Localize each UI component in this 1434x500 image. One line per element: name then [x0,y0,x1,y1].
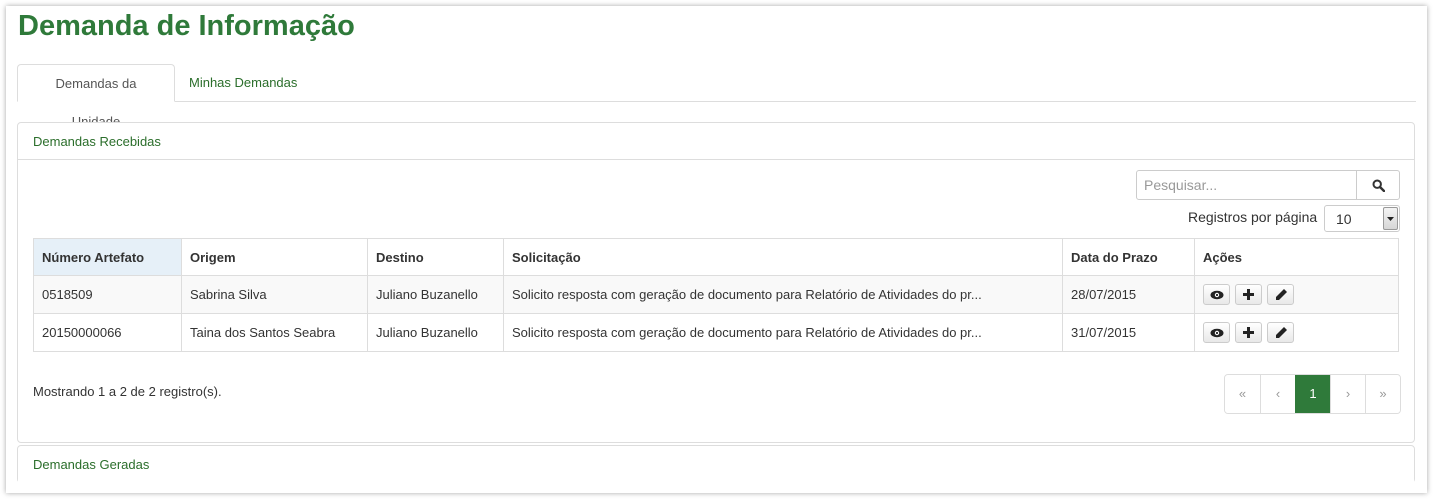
tab-minhas-demandas[interactable]: Minhas Demandas [177,64,309,102]
chevron-down-icon [1383,207,1398,230]
pagination-page-1[interactable]: 1 [1295,375,1330,413]
col-acoes: Ações [1194,238,1399,276]
search-input[interactable] [1136,170,1357,200]
eye-icon [1210,328,1223,337]
pencil-icon [1275,288,1287,300]
page-title: Demanda de Informação [18,10,355,42]
cell-origem: Taina dos Santos Seabra [181,313,368,352]
pagination-last[interactable]: » [1365,375,1400,413]
cell-acoes [1194,313,1399,352]
table-header-row: Número Artefato Origem Destino Solicitaç… [33,238,1399,276]
edit-button[interactable] [1267,284,1294,305]
table-row: 20150000066 Taina dos Santos Seabra Juli… [33,313,1399,352]
pencil-icon [1275,326,1287,338]
records-summary: Mostrando 1 a 2 de 2 registro(s). [33,384,222,399]
pagination: « ‹ 1 › » [1224,374,1401,414]
eye-icon [1210,290,1223,299]
search-button[interactable] [1356,170,1400,200]
col-data-do-prazo[interactable]: Data do Prazo [1062,238,1195,276]
plus-icon [1243,327,1254,338]
cell-acoes [1194,275,1399,314]
demandas-recebidas-panel: Demandas Recebidas Registros por página … [17,122,1415,443]
demandas-geradas-panel: Demandas Geradas [17,445,1415,483]
col-solicitacao[interactable]: Solicitação [503,238,1063,276]
records-per-page-label: Registros por página [1188,209,1318,225]
view-button[interactable] [1203,284,1230,305]
table-row: 0518509 Sabrina Silva Juliano Buzanello … [33,275,1399,314]
cell-destino: Juliano Buzanello [367,275,504,314]
pagination-first[interactable]: « [1225,375,1260,413]
records-per-page-select[interactable]: 10 [1324,205,1400,232]
cell-numero: 0518509 [33,275,182,314]
demandas-recebidas-heading[interactable]: Demandas Recebidas [18,123,1414,160]
edit-button[interactable] [1267,322,1294,343]
plus-icon [1243,289,1254,300]
view-button[interactable] [1203,322,1230,343]
add-button[interactable] [1235,322,1262,343]
search-icon [1371,178,1385,192]
cell-solicitacao: Solicito resposta com geração de documen… [503,275,1063,314]
add-button[interactable] [1235,284,1262,305]
tab-bar: Demandas da Unidade Minhas Demandas [17,64,1416,129]
cell-solicitacao: Solicito resposta com geração de documen… [503,313,1063,352]
cell-origem: Sabrina Silva [181,275,368,314]
col-numero-artefato[interactable]: Número Artefato [33,238,182,276]
pagination-prev[interactable]: ‹ [1260,375,1295,413]
cell-destino: Juliano Buzanello [367,313,504,352]
col-destino[interactable]: Destino [367,238,504,276]
demandas-geradas-heading[interactable]: Demandas Geradas [18,446,1414,483]
page-frame: Demanda de Informação Demandas da Unidad… [6,6,1427,493]
cell-prazo: 31/07/2015 [1062,313,1195,352]
pagination-next[interactable]: › [1330,375,1365,413]
cell-prazo: 28/07/2015 [1062,275,1195,314]
search-group [1136,170,1400,200]
demandas-table: Número Artefato Origem Destino Solicitaç… [33,238,1399,352]
col-origem[interactable]: Origem [181,238,368,276]
cell-numero: 20150000066 [33,313,182,352]
records-per-page-value: 10 [1336,211,1352,227]
tab-demandas-da-unidade[interactable]: Demandas da Unidade [17,64,175,129]
